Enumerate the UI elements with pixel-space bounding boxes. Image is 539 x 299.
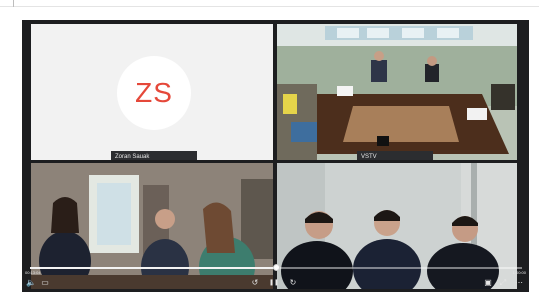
room-name: VSTV — [361, 154, 377, 160]
subtitles-icon[interactable]: ▭ — [38, 277, 52, 289]
room-scene — [277, 24, 517, 160]
volume-icon[interactable]: 🔈 — [24, 277, 38, 289]
progress-thumb[interactable] — [273, 264, 280, 271]
participant-name-tag: Zoran Sauak — [111, 151, 197, 160]
video-player: ZS Zoran Sauak VSTV 00:13:04 1:00:00 🔈 ▭… — [22, 20, 529, 292]
rewind-icon[interactable]: ↺ — [248, 277, 262, 289]
participant-tile-zoran[interactable]: ZS Zoran Sauak — [31, 24, 273, 160]
forward-icon[interactable]: ↻ — [286, 277, 300, 289]
top-rule — [0, 6, 539, 7]
player-controls: 00:13:04 1:00:00 🔈 ▭ ↺ ❚❚ ↻ ▣ ⤢ ⋯ — [22, 260, 529, 292]
left-tick — [13, 0, 14, 7]
pip-icon[interactable]: ▣ — [481, 277, 495, 289]
more-icon[interactable]: ⋯ — [512, 277, 526, 289]
fullscreen-icon[interactable]: ⤢ — [496, 277, 510, 289]
progress-fill — [30, 267, 276, 269]
progress-bar[interactable] — [30, 264, 522, 271]
pause-icon[interactable]: ❚❚ — [267, 277, 281, 289]
room-name-tag: VSTV — [357, 151, 433, 160]
participant-tile-room[interactable]: VSTV — [277, 24, 517, 160]
total-duration: 1:00:00 — [512, 270, 526, 275]
participant-name: Zoran Sauak — [115, 154, 150, 160]
elapsed-time: 00:13:04 — [25, 270, 41, 275]
avatar-initials: ZS — [135, 77, 173, 108]
participant-avatar: ZS — [117, 56, 191, 130]
